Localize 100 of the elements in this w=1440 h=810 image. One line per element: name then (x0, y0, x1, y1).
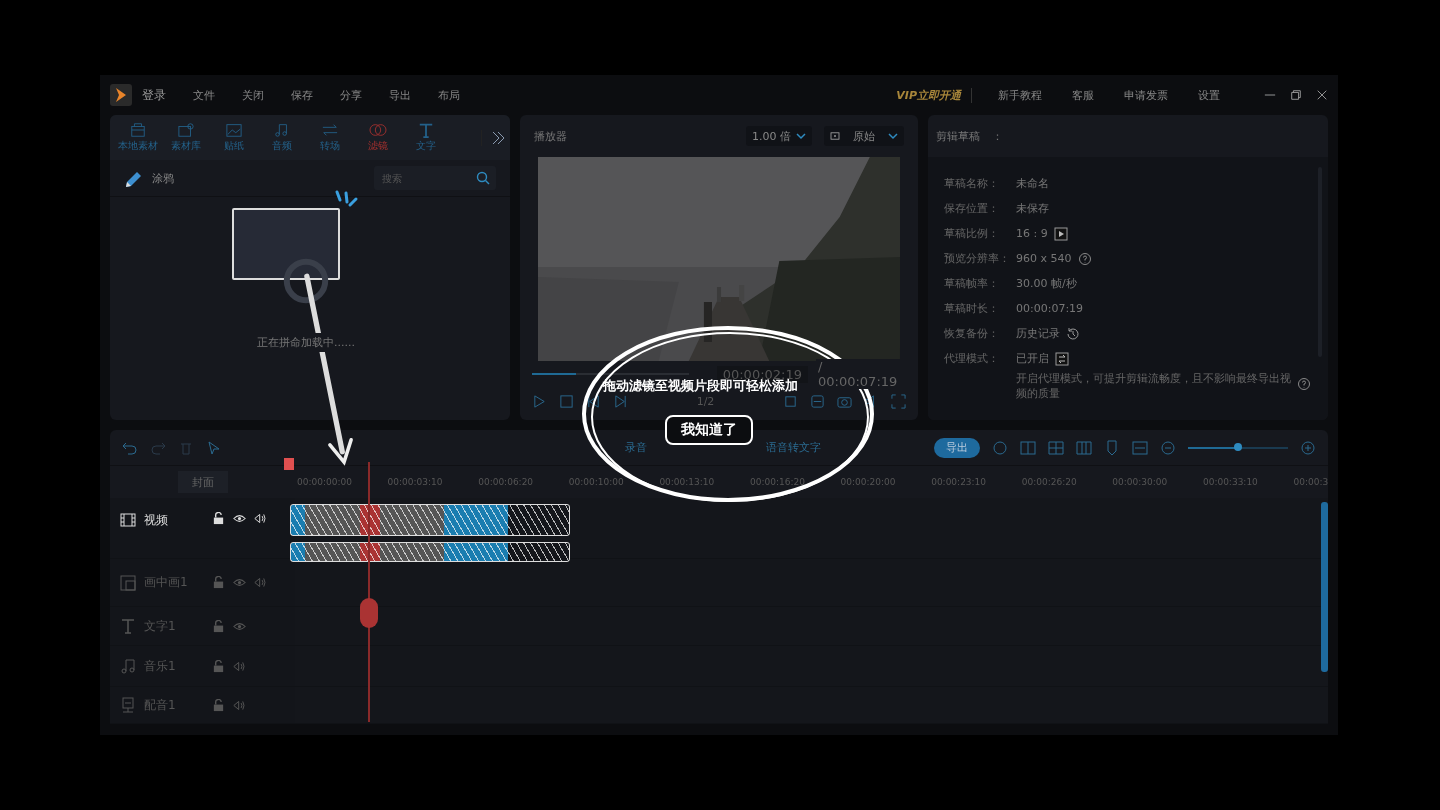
menu-item[interactable]: 文件 (193, 87, 215, 103)
transition-icon (321, 122, 339, 138)
track-name: 文字1 (144, 617, 177, 635)
time-tick-label: 00:00:00:00 (297, 477, 353, 488)
menu-item[interactable]: 布局 (438, 87, 460, 103)
sticker-icon (225, 122, 243, 138)
marker-icon[interactable] (1104, 439, 1120, 456)
pointer-icon[interactable] (206, 439, 222, 456)
track-type-icon (120, 512, 136, 528)
property-value: 00:00:07:19 (1016, 302, 1084, 315)
export-button[interactable]: 导出 (934, 437, 980, 458)
toggle-icon[interactable] (1055, 351, 1069, 366)
text-icon (417, 122, 435, 138)
proxy-note: 开启代理模式，可提升剪辑流畅度，且不影响最终导出视频的质量 (1016, 371, 1291, 401)
time-tick-label: 00:00:13:10 (659, 477, 716, 488)
menu-link[interactable]: 设置 (1198, 87, 1220, 103)
layout-icon[interactable] (1020, 439, 1036, 456)
lock-icon[interactable] (212, 512, 225, 525)
property-value: 30.00 帧/秒 (1016, 276, 1077, 291)
time-tick-label: 00:00:03:10 (387, 477, 444, 488)
menu-item[interactable]: 关闭 (242, 87, 264, 103)
loading-text: 正在拼命加载中...... (257, 333, 355, 352)
app-logo-icon (110, 84, 132, 106)
property-label: 草稿时长： (944, 301, 1000, 316)
property-label: 草稿比例： (944, 226, 1000, 241)
property-label: 草稿名称： (944, 176, 1000, 191)
menu-item[interactable]: 分享 (340, 87, 362, 103)
track-name: 音乐1 (144, 657, 177, 675)
menu-item[interactable]: 保存 (291, 87, 313, 103)
ratio-dropdown[interactable]: 原始 (824, 126, 904, 146)
record-tool[interactable]: 录音 (625, 440, 647, 456)
history-icon[interactable] (1066, 326, 1080, 341)
time-tick-label: 00:00:06:20 (478, 477, 535, 488)
time-tick-label: 00:00:10:00 (568, 477, 625, 488)
stop-icon[interactable] (559, 393, 574, 409)
track-name: 视频 (144, 512, 169, 529)
previous-icon[interactable] (586, 393, 601, 409)
property-value: 历史记录 (1016, 326, 1060, 341)
time-tick-label: 00:00:33:10 (1202, 477, 1259, 488)
fit-icon[interactable] (1132, 439, 1148, 456)
time-tick-label: 00:00:3 (1293, 477, 1328, 488)
property-value: 16 : 9 (1016, 227, 1048, 240)
eye-icon[interactable] (233, 512, 246, 525)
menu-link[interactable]: 新手教程 (998, 87, 1042, 103)
search-icon[interactable] (476, 171, 490, 185)
columns-icon[interactable] (1076, 439, 1092, 456)
track-type-icon (120, 574, 136, 591)
folder-icon (129, 122, 147, 138)
track-type-icon (120, 658, 136, 674)
time-tick-label: 00:00:23:10 (931, 477, 988, 488)
menu-link[interactable]: 客服 (1072, 87, 1094, 103)
subtitle-icon[interactable] (810, 393, 825, 409)
zoom-in-icon[interactable] (1300, 439, 1316, 456)
screen-icon (830, 132, 840, 140)
video-clip[interactable] (290, 504, 570, 562)
category-label: 涂鸦 (152, 170, 174, 186)
got-it-button[interactable]: 我知道了 (665, 415, 753, 445)
track-type-icon (120, 618, 136, 634)
time-tick-label: 00:00:20:00 (840, 477, 897, 488)
grid-icon[interactable] (1048, 439, 1064, 456)
property-label: 代理模式： (944, 351, 1000, 366)
track-name: 配音1 (144, 696, 177, 714)
property-label: 恢复备份： (944, 326, 1000, 341)
property-value: 960 x 540 (1016, 252, 1072, 265)
play-icon[interactable] (1053, 226, 1068, 241)
close-icon[interactable] (1316, 89, 1328, 101)
time-tick-label: 00:00:26:20 (1021, 477, 1078, 488)
scrollbar[interactable] (1321, 502, 1328, 672)
login-link[interactable]: 登录 (142, 86, 166, 104)
cover-button[interactable]: 封面 (177, 471, 228, 494)
title-colon: ： (992, 128, 1003, 144)
player-title: 播放器 (534, 128, 567, 144)
caret-icon (796, 132, 806, 140)
next-icon[interactable] (613, 393, 628, 409)
property-value: 已开启 (1016, 351, 1049, 366)
property-label: 预览分辨率： (944, 251, 1011, 266)
property-value: 未命名 (1016, 176, 1049, 191)
time-tick-label: 00:00:16:20 (749, 477, 806, 488)
more-icon[interactable] (481, 129, 506, 146)
speech-to-text-tool[interactable]: 语音转文字 (766, 440, 821, 456)
property-label: 保存位置： (944, 201, 1000, 216)
playhead-handle[interactable] (360, 598, 378, 628)
filter-thumbnail[interactable] (232, 208, 340, 280)
speed-dropdown[interactable]: 1.00 倍 (746, 126, 812, 146)
caret-icon (888, 132, 898, 140)
menu-item[interactable]: 导出 (389, 87, 411, 103)
spinner-icon (282, 257, 330, 305)
time-tick-label: 00:00:30:00 (1112, 477, 1169, 488)
start-marker[interactable] (284, 458, 294, 470)
property-label: 草稿帧率： (944, 276, 1000, 291)
track-type-icon (120, 697, 136, 713)
zoom-out-icon[interactable] (1160, 439, 1176, 456)
zoom-slider[interactable] (1188, 446, 1288, 449)
help-icon[interactable] (1297, 377, 1311, 391)
vip-link[interactable]: VIP立即开通 (896, 87, 972, 103)
fullscreen-icon[interactable] (891, 393, 906, 409)
filter-icon (369, 122, 387, 138)
restore-icon[interactable] (1290, 89, 1302, 101)
help-icon[interactable] (1077, 251, 1092, 266)
menu-link[interactable]: 申请发票 (1124, 87, 1168, 103)
